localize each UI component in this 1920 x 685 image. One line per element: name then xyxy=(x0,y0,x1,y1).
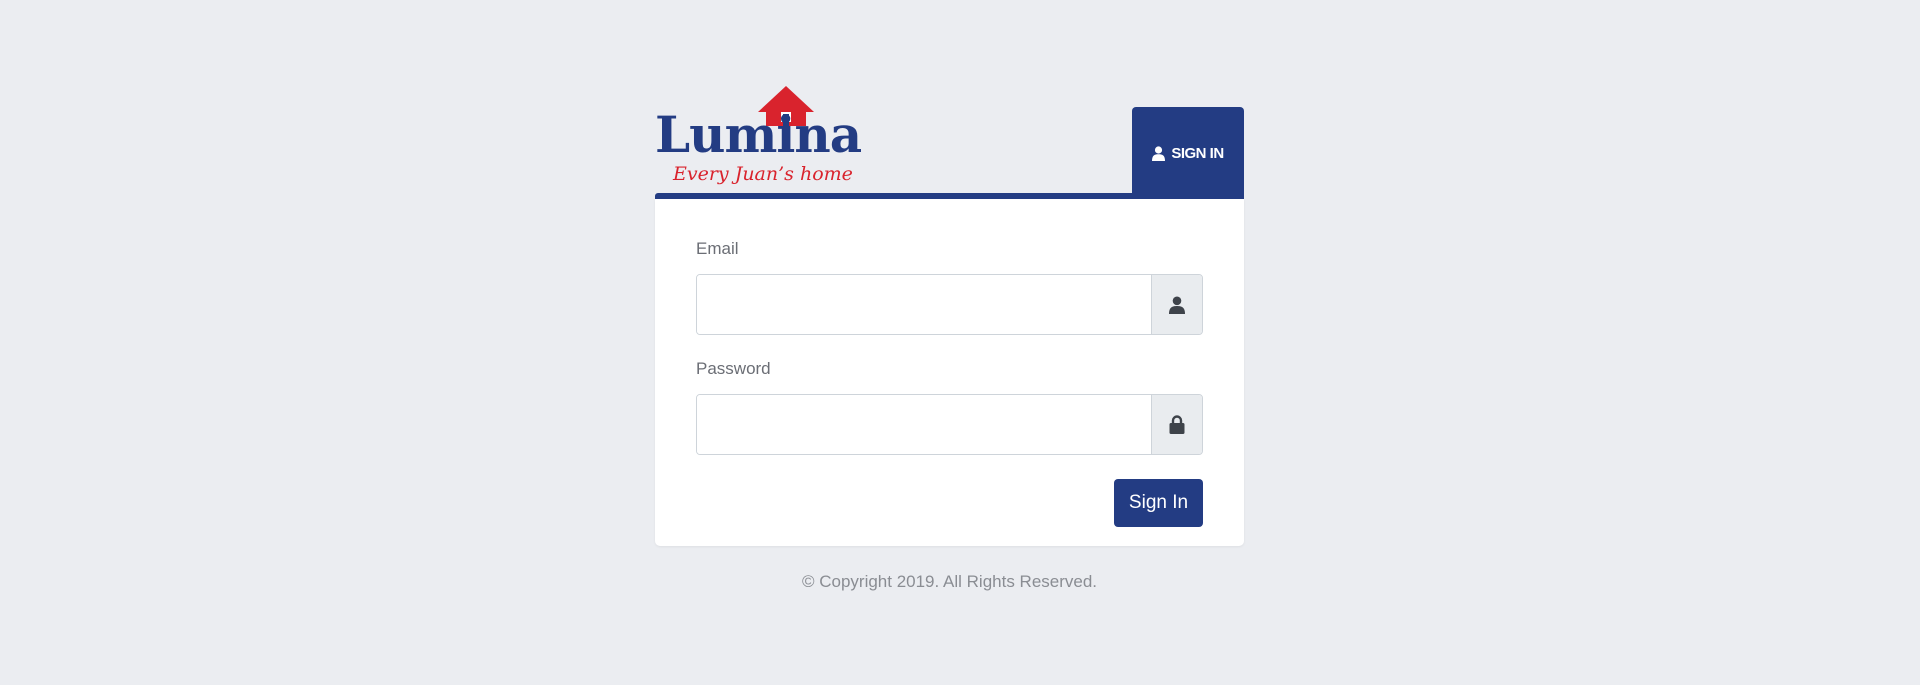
copyright-text: © Copyright 2019. All Rights Reserved. xyxy=(801,572,1098,591)
password-input[interactable] xyxy=(697,395,1151,454)
password-label: Password xyxy=(696,359,771,378)
tab-sign-in[interactable]: SIGN IN xyxy=(1132,107,1244,199)
user-icon xyxy=(1152,145,1166,161)
password-addon xyxy=(1151,395,1202,454)
login-panel: Lumina Every Juan’s home SIGN IN Email P… xyxy=(655,86,1244,592)
form-actions: Sign In xyxy=(696,479,1203,527)
password-input-group xyxy=(696,394,1203,455)
login-card: Email Password Sign In xyxy=(655,199,1244,546)
email-input-group xyxy=(696,274,1203,335)
email-addon xyxy=(1151,275,1202,334)
sign-in-button[interactable]: Sign In xyxy=(1114,479,1203,527)
email-label: Email xyxy=(696,239,739,258)
user-icon xyxy=(1169,296,1185,314)
login-header: Lumina Every Juan’s home SIGN IN xyxy=(655,86,1244,199)
lumina-logo: Lumina Every Juan’s home xyxy=(655,86,870,190)
email-input[interactable] xyxy=(697,275,1151,334)
logo-name: Lumina xyxy=(655,105,862,164)
logo-tagline: Every Juan’s home xyxy=(673,163,853,185)
lock-icon xyxy=(1169,415,1185,434)
tab-sign-in-label: SIGN IN xyxy=(1171,144,1224,162)
